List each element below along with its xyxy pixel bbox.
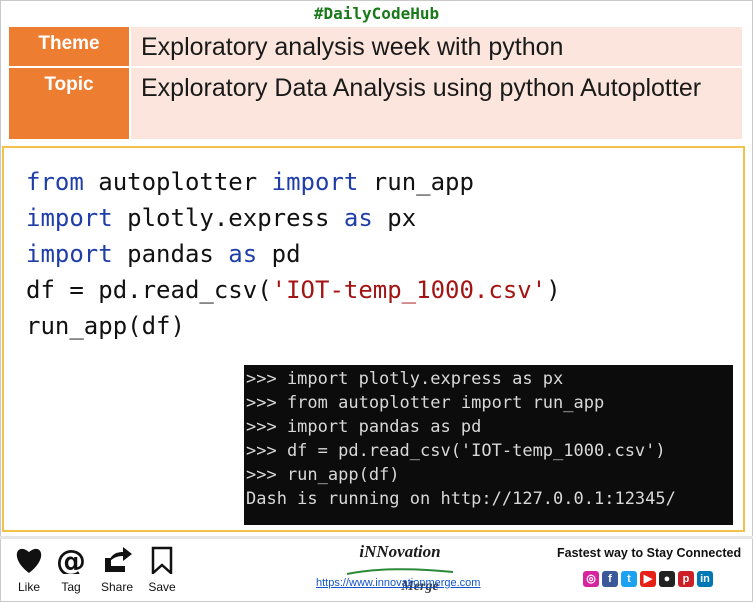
code-keyword: import bbox=[26, 204, 113, 232]
pinterest-icon[interactable]: p bbox=[678, 571, 694, 587]
instagram-icon[interactable]: ◎ bbox=[583, 571, 599, 587]
twitter-icon[interactable]: t bbox=[621, 571, 637, 587]
facebook-icon[interactable]: f bbox=[602, 571, 618, 587]
code-line: import plotly.express as px bbox=[26, 200, 561, 236]
terminal-line: >>> from autoplotter import run_app bbox=[246, 393, 605, 413]
code-keyword: as bbox=[228, 240, 258, 268]
terminal-line: >>> import plotly.express as px bbox=[246, 369, 564, 389]
website-link[interactable]: https://www.innovationmerge.com bbox=[316, 577, 480, 589]
code-line: import pandas as pd bbox=[26, 236, 561, 272]
tag-button[interactable]: @ Tag bbox=[52, 544, 90, 594]
code-line: from autoplotter import run_app bbox=[26, 164, 561, 200]
brand-underline-icon bbox=[346, 568, 454, 575]
share-label: Share bbox=[100, 580, 134, 594]
code-block: from autoplotter import run_app import pl… bbox=[26, 164, 561, 344]
at-icon: @ bbox=[55, 544, 87, 579]
youtube-icon[interactable]: ▶ bbox=[640, 571, 656, 587]
code-text: ) bbox=[546, 276, 561, 304]
terminal-line: >>> import pandas as pd bbox=[246, 417, 482, 437]
topic-label: Topic bbox=[9, 68, 129, 139]
code-text: px bbox=[372, 204, 417, 232]
hashtag-title: #DailyCodeHub bbox=[313, 4, 440, 23]
linkedin-icon[interactable]: in bbox=[697, 571, 713, 587]
code-keyword: as bbox=[343, 204, 373, 232]
terminal-line: >>> run_app(df) bbox=[246, 465, 400, 485]
code-keyword: import bbox=[271, 168, 359, 196]
theme-row: Theme Exploratory analysis week with pyt… bbox=[9, 27, 742, 66]
save-button[interactable]: Save bbox=[143, 546, 181, 594]
code-text: plotly.express bbox=[112, 204, 344, 232]
code-text: pandas bbox=[112, 240, 229, 268]
code-line: df = pd.read_csv('IOT-temp_1000.csv') bbox=[26, 272, 561, 308]
heart-icon bbox=[13, 548, 45, 578]
share-icon bbox=[101, 547, 133, 578]
code-keyword: import bbox=[26, 240, 113, 268]
bookmark-icon bbox=[146, 546, 178, 578]
topic-row: Topic Exploratory Data Analysis using py… bbox=[9, 68, 742, 139]
theme-label: Theme bbox=[9, 27, 129, 66]
brand-name: iNNovation bbox=[359, 542, 441, 561]
social-icons: ◎ f t ▶ ● p in bbox=[583, 571, 713, 587]
tag-label: Tag bbox=[61, 580, 81, 594]
github-icon[interactable]: ● bbox=[659, 571, 675, 587]
code-text: run_app(df) bbox=[26, 312, 185, 340]
footer-divider bbox=[0, 536, 753, 539]
terminal-line: Dash is running on http://127.0.0.1:1234… bbox=[246, 489, 676, 509]
like-label: Like bbox=[17, 580, 40, 594]
terminal-output: >>> import plotly.express as px >>> from … bbox=[244, 365, 733, 525]
theme-value: Exploratory analysis week with python bbox=[131, 27, 742, 66]
tagline: Fastest way to Stay Connected bbox=[557, 546, 742, 560]
code-line: run_app(df) bbox=[26, 308, 561, 344]
save-label: Save bbox=[148, 580, 176, 594]
code-text: df = pd.read_csv( bbox=[26, 276, 272, 304]
svg-text:@: @ bbox=[56, 546, 86, 574]
terminal-line: >>> df = pd.read_csv('IOT-temp_1000.csv'… bbox=[246, 441, 666, 461]
code-string: 'IOT-temp_1000.csv' bbox=[271, 276, 547, 304]
code-text: run_app bbox=[358, 168, 474, 196]
code-keyword: from bbox=[26, 168, 84, 196]
code-text: pd bbox=[257, 240, 301, 268]
topic-value: Exploratory Data Analysis using python A… bbox=[131, 68, 742, 139]
share-button[interactable]: Share bbox=[98, 546, 136, 594]
code-text: autoplotter bbox=[83, 168, 272, 196]
like-button[interactable]: Like bbox=[10, 546, 48, 594]
